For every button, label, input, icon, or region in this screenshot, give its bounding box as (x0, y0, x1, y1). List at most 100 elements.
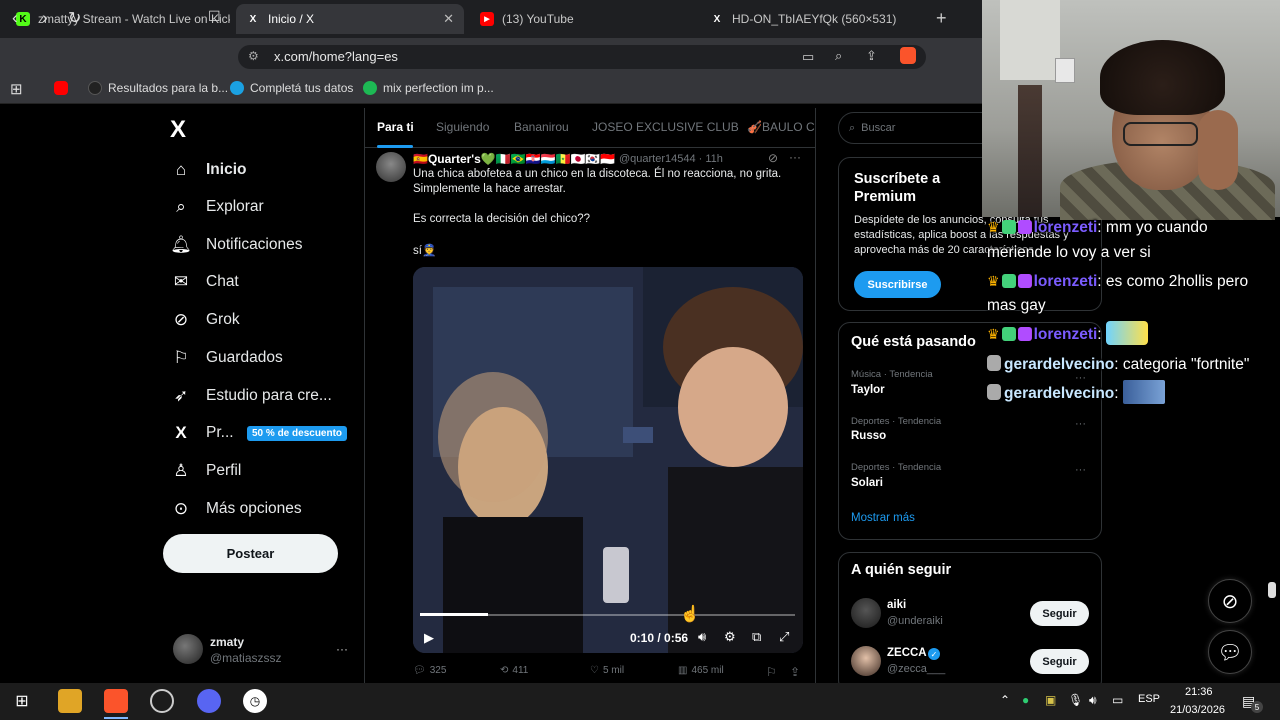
messages-icon[interactable]: 💬︎ (1208, 630, 1252, 674)
nav-premium[interactable]: X Pr... (170, 418, 233, 448)
brave-shield-icon[interactable] (900, 47, 916, 64)
network-icon[interactable]: ▭ (1112, 693, 1123, 707)
tab-bananirou[interactable]: Bananirou (514, 120, 569, 134)
back-icon[interactable]: ‹ (12, 8, 18, 28)
nav-notificaciones[interactable]: 🔔︎ Notificaciones (170, 230, 302, 260)
like-button[interactable]: ♡ 5 mil (590, 665, 624, 676)
zoom-icon[interactable]: ⌕ (835, 48, 842, 64)
clock-app-icon[interactable]: ◷ (243, 689, 267, 713)
follow-button[interactable]: Seguir (1030, 649, 1089, 674)
fullscreen-icon[interactable]: ⤢ (779, 629, 789, 645)
nav-grok[interactable]: ⊘ Grok (170, 305, 240, 335)
reload-icon[interactable]: ↻ (68, 8, 81, 28)
file-explorer-icon[interactable] (58, 689, 82, 713)
cast-icon[interactable]: ▭ (802, 49, 814, 65)
nav-explorar[interactable]: ⌕ Explorar (170, 192, 263, 222)
tweet-avatar[interactable] (376, 152, 406, 182)
bookmark-page-icon[interactable]: ☐ (208, 8, 221, 25)
repost-button[interactable]: ⟲ 411 (500, 665, 528, 676)
bookmark-datos[interactable]: Completá tus datos (230, 81, 353, 95)
x-logo-icon[interactable]: X (170, 116, 186, 144)
trend-name[interactable]: Solari (851, 477, 883, 489)
video-progress-fill (420, 613, 488, 616)
forward-icon[interactable]: › (42, 8, 48, 28)
apps-grid-icon[interactable]: ⊞ (10, 80, 23, 98)
avatar[interactable] (173, 634, 203, 664)
badge-icon (1017, 274, 1032, 288)
verified-icon: ✓ (928, 648, 940, 660)
discord-icon[interactable] (197, 689, 221, 713)
brave-icon[interactable] (104, 689, 128, 713)
wall-panel (1000, 0, 1060, 80)
follow-button[interactable]: Seguir (1030, 601, 1089, 626)
clock-time[interactable]: 21:36 (1185, 686, 1213, 698)
search-input[interactable]: ⌕ Buscar (838, 112, 998, 144)
trend-name[interactable]: Russo (851, 430, 886, 442)
badge-icon (1017, 220, 1032, 234)
volume-icon[interactable]: 🔊︎ (1089, 693, 1097, 708)
share-icon[interactable]: ⇪ (866, 48, 877, 64)
show-more-link[interactable]: Mostrar más (851, 512, 915, 524)
follow-name[interactable]: aiki (887, 599, 906, 611)
tab-kick[interactable]: K zmattyy Stream - Watch Live on Kick (6, 4, 230, 34)
tab-youtube[interactable]: ▶ (13) YouTube (470, 4, 694, 34)
tweet-author[interactable]: 🇪🇸Quarter's💚🇮🇹🇧🇷🇭🇷🇱🇺🇸🇳🇯🇵🇰🇷🇮🇩 (413, 152, 615, 166)
avatar[interactable] (851, 646, 881, 676)
url-text[interactable]: x.com/home?lang=es (274, 49, 398, 64)
tab-image[interactable]: X HD-ON_TbIAEYfQk (560×531) (700, 4, 926, 34)
settings-icon[interactable]: ⚙ (724, 629, 736, 645)
subscribe-button[interactable]: Suscribirse (854, 271, 941, 298)
nav-perfil[interactable]: ♙ Perfil (170, 456, 241, 486)
premium-title: Suscríbete a Premium (854, 171, 941, 205)
share-icon[interactable]: ⇪ (790, 665, 800, 679)
more-icon[interactable]: ··· (789, 150, 801, 164)
tab-para-ti[interactable]: Para ti (377, 120, 414, 134)
site-info-icon[interactable]: ⚙ (248, 49, 259, 63)
tray-app-icon[interactable]: ● (1022, 693, 1029, 707)
trend-category: Deportes · Tendencia (851, 462, 942, 473)
profile-name[interactable]: zmaty (210, 635, 244, 649)
avatar[interactable] (851, 598, 881, 628)
tray-expand-icon[interactable]: ⌃ (1000, 693, 1010, 707)
bookmark-icon[interactable]: ⚐ (766, 665, 777, 679)
new-tab-button[interactable]: + (936, 8, 947, 29)
video-player[interactable] (413, 267, 803, 653)
bookmark-youtube[interactable] (54, 81, 74, 95)
tab-joseo[interactable]: JOSEO EXCLUSIVE CLUB (592, 120, 739, 134)
nav-mas-opciones[interactable]: ⊙ Más opciones (170, 494, 302, 524)
nav-chat[interactable]: ✉ Chat (170, 267, 239, 297)
windows-start-icon[interactable]: ⊞ (10, 689, 34, 713)
tweet-handle[interactable]: @quarter14544 · 11h (619, 153, 723, 165)
tab-x-home[interactable]: X Inicio / X ✕ (236, 4, 464, 34)
grok-icon[interactable]: ⊘ (1208, 579, 1252, 623)
more-icon[interactable]: ··· (1075, 464, 1086, 476)
reply-button[interactable]: 💬︎ 325 (413, 665, 446, 676)
views-button[interactable]: ▥ 465 mil (678, 665, 724, 676)
tab-siguiendo[interactable]: Siguiendo (436, 120, 489, 134)
post-button[interactable]: Postear (163, 534, 338, 573)
clock-date[interactable]: 21/03/2026 (1170, 704, 1225, 716)
more-icon[interactable]: ··· (1075, 418, 1086, 430)
youtube-icon: ▶ (480, 12, 494, 26)
pip-icon[interactable]: ⧉ (752, 629, 761, 645)
nav-estudio[interactable]: ➶ Estudio para cre... (170, 381, 332, 411)
scrollbar-thumb[interactable] (1268, 582, 1276, 598)
bookmark-spotify[interactable]: mix perfection im p... (363, 81, 494, 95)
grok-icon[interactable]: ⊘ (768, 151, 778, 165)
profile-more-icon[interactable]: ··· (336, 642, 348, 656)
microphone-icon[interactable]: 🎙︎ (1068, 693, 1083, 707)
close-tab-icon[interactable]: ✕ (435, 11, 454, 27)
obs-icon[interactable] (150, 689, 174, 713)
trend-name[interactable]: Taylor (851, 384, 885, 396)
follow-name[interactable]: ZECCA (887, 647, 927, 659)
play-icon[interactable]: ▶ (424, 630, 434, 646)
taskbar (0, 683, 1280, 720)
volume-icon[interactable]: 🔊︎ (698, 629, 706, 645)
nav-inicio[interactable]: ⌂ Inicio (170, 155, 247, 185)
tab-baulo[interactable]: 🎻BAULO CL (747, 120, 815, 134)
tray-app-icon[interactable]: ▣ (1045, 693, 1056, 707)
bookmark-google[interactable]: Resultados para la b... (88, 81, 228, 95)
discount-badge[interactable]: 50 % de descuento (247, 426, 348, 441)
nav-guardados[interactable]: ⚐ Guardados (170, 343, 282, 373)
language-indicator[interactable]: ESP (1138, 693, 1160, 705)
